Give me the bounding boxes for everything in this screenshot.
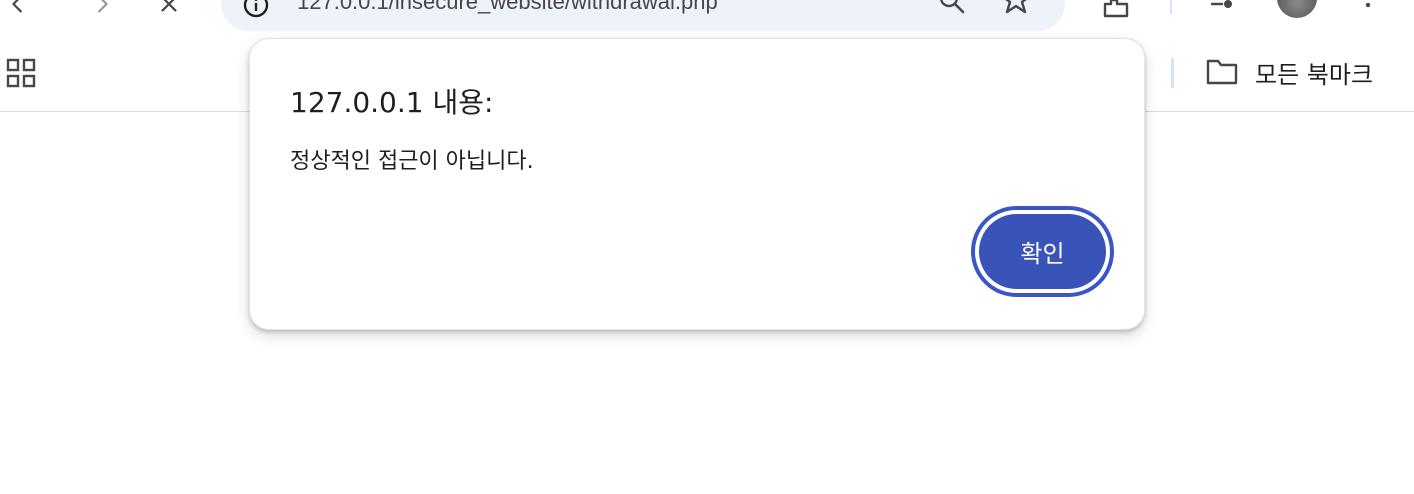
zoom-icon[interactable] [937, 0, 967, 18]
back-button[interactable] [0, 0, 36, 22]
bookmarks-divider [1171, 58, 1174, 88]
apps-grid-icon[interactable] [6, 58, 36, 88]
dialog-title: 127.0.0.1 내용: [290, 86, 494, 119]
all-bookmarks-button[interactable]: 모든 북마크 [1205, 54, 1373, 90]
alert-dialog: 127.0.0.1 내용: 정상적인 접근이 아닙니다. 확인 [249, 38, 1145, 330]
dialog-message: 정상적인 접근이 아닙니다. [290, 149, 534, 174]
toolbar-divider [1170, 0, 1172, 14]
all-bookmarks-label: 모든 북마크 [1255, 60, 1374, 89]
url-text[interactable]: 127.0.0.1/insecure_website/withdrawal.ph… [297, 0, 718, 17]
puzzle-icon[interactable] [1101, 0, 1131, 22]
profile-switch-icon[interactable] [1206, 0, 1236, 22]
info-icon[interactable] [243, 0, 269, 18]
address-bar[interactable]: 127.0.0.1/insecure_website/withdrawal.ph… [221, 0, 1065, 31]
ok-button-focus-ring: 확인 [971, 206, 1114, 297]
browser-window: 127.0.0.1/insecure_website/withdrawal.ph… [0, 0, 1414, 494]
arrow-right-icon [98, 0, 108, 13]
forward-button[interactable] [84, 0, 120, 22]
star-icon[interactable] [1001, 0, 1031, 18]
avatar[interactable] [1277, 0, 1317, 18]
arrow-left-icon [12, 0, 22, 13]
stop-button[interactable] [151, 0, 187, 22]
folder-icon [1206, 59, 1238, 85]
more-vert-icon[interactable] [1357, 0, 1379, 16]
close-icon [161, 0, 177, 12]
ok-button[interactable]: 확인 [979, 214, 1106, 289]
browser-toolbar: 127.0.0.1/insecure_website/withdrawal.ph… [0, 0, 1414, 36]
